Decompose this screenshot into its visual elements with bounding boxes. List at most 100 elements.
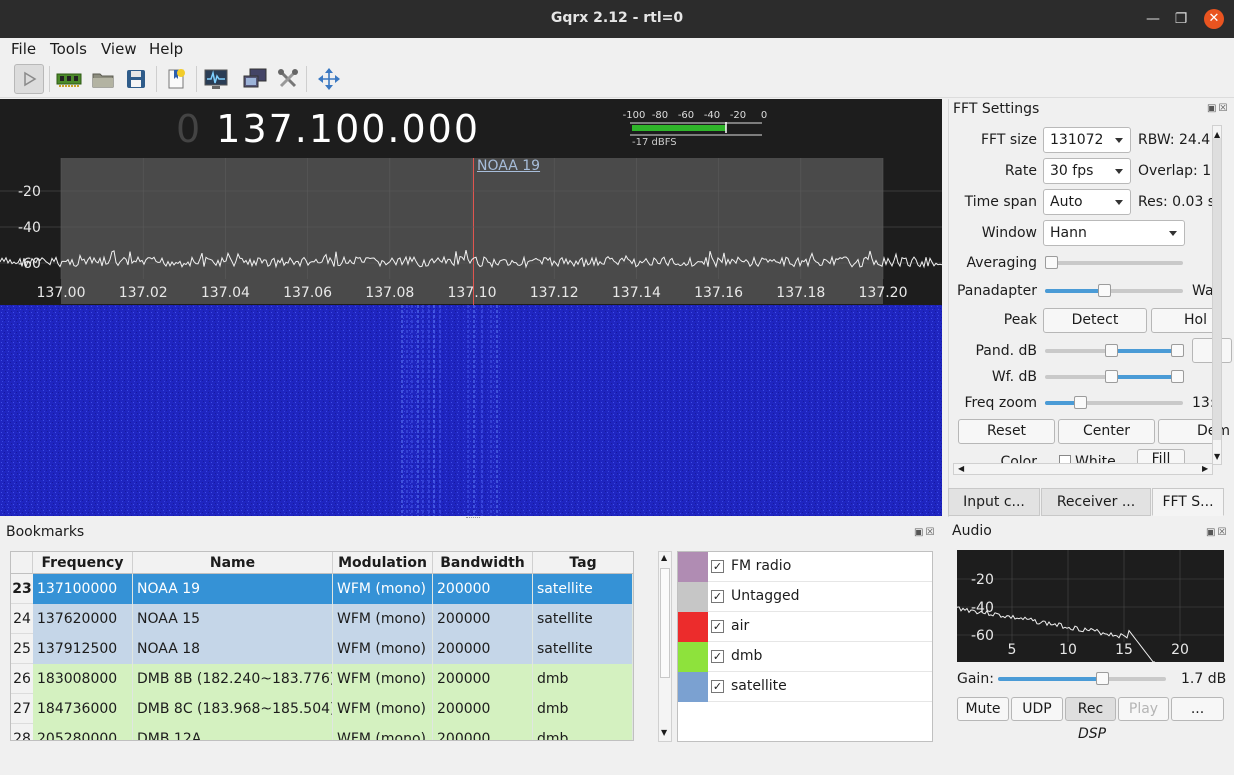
row-index[interactable]: 24: [11, 604, 33, 634]
dock-float-close-icon[interactable]: ▣☒: [1207, 103, 1229, 114]
tag-row[interactable]: ✓ FM radio: [678, 552, 932, 582]
bookmarks-dock-float-close-icon[interactable]: ▣☒: [914, 527, 936, 538]
fft-vertical-scrollbar[interactable]: ▲ ▼: [1212, 125, 1222, 465]
tools-icon[interactable]: [273, 64, 303, 94]
cell-freq[interactable]: 137620000: [33, 604, 133, 634]
table-row[interactable]: 26 183008000 DMB 8B (182.240~183.776) WFM (…: [11, 664, 633, 694]
row-index[interactable]: 26: [11, 664, 33, 694]
fft-size-select[interactable]: 131072: [1043, 127, 1131, 153]
hardware-icon[interactable]: [54, 64, 84, 94]
tab-input-controls[interactable]: Input c...: [948, 488, 1040, 516]
audio-gain-slider[interactable]: [998, 672, 1166, 685]
cell-bw[interactable]: 200000: [433, 694, 533, 724]
panadapter-slider[interactable]: [1045, 284, 1183, 297]
table-row[interactable]: 25 137912500 NOAA 18 WFM (mono) 200000 satell…: [11, 634, 633, 664]
cell-freq[interactable]: 137912500: [33, 634, 133, 664]
cell-tag[interactable]: satellite: [533, 634, 633, 664]
cell-name[interactable]: DMB 8C (183.968~185.504): [133, 694, 333, 724]
row-index[interactable]: 27: [11, 694, 33, 724]
play-button[interactable]: Play: [1118, 697, 1169, 721]
table-row[interactable]: 28 205280000 DMB 12A ... WFM (mono) 200000 dm…: [11, 724, 633, 740]
cell-name[interactable]: NOAA 18: [133, 634, 333, 664]
cell-mod[interactable]: WFM (mono): [333, 574, 433, 604]
tag-color-swatch[interactable]: [678, 612, 708, 642]
col-name[interactable]: Name: [133, 552, 333, 574]
tab-fft-settings[interactable]: FFT S...: [1152, 488, 1224, 516]
cell-bw[interactable]: 200000: [433, 664, 533, 694]
menu-tools[interactable]: Tools: [50, 40, 87, 58]
cell-tag[interactable]: dmb: [533, 724, 633, 740]
rec-button[interactable]: Rec: [1065, 697, 1116, 721]
cell-bw[interactable]: 200000: [433, 574, 533, 604]
cell-mod[interactable]: WFM (mono): [333, 694, 433, 724]
maximize-icon[interactable]: ❐: [1172, 10, 1190, 28]
cell-mod[interactable]: WFM (mono): [333, 634, 433, 664]
tag-color-swatch[interactable]: [678, 672, 708, 702]
tag-color-swatch[interactable]: [678, 582, 708, 612]
table-row[interactable]: 27 184736000 DMB 8C (183.968~185.504) WFM (…: [11, 694, 633, 724]
col-modulation[interactable]: Modulation: [333, 552, 433, 574]
cell-mod[interactable]: WFM (mono): [333, 664, 433, 694]
cell-tag[interactable]: satellite: [533, 574, 633, 604]
menu-view[interactable]: View: [101, 40, 137, 58]
cell-name[interactable]: NOAA 19: [133, 574, 333, 604]
detect-button[interactable]: Detect: [1043, 308, 1147, 333]
reset-button[interactable]: Reset: [958, 419, 1055, 444]
tag-row[interactable]: ✓ satellite: [678, 672, 932, 702]
waterfall-display[interactable]: [0, 305, 942, 516]
table-row[interactable]: 24 137620000 NOAA 15 WFM (mono) 200000 satell…: [11, 604, 633, 634]
splitter-handle[interactable]: [466, 517, 480, 520]
menu-help[interactable]: Help: [149, 40, 183, 58]
udp-button[interactable]: UDP: [1011, 697, 1063, 721]
row-index[interactable]: 25: [11, 634, 33, 664]
tag-row[interactable]: ✓ air: [678, 612, 932, 642]
row-index[interactable]: 23: [11, 574, 33, 604]
play-icon[interactable]: [14, 64, 44, 94]
cell-tag[interactable]: dmb: [533, 664, 633, 694]
minimize-icon[interactable]: —: [1144, 10, 1162, 28]
mute-button[interactable]: Mute: [957, 697, 1009, 721]
tag-checkbox[interactable]: ✓: [711, 650, 724, 663]
fft-horizontal-scrollbar[interactable]: ◀ ▶: [953, 463, 1213, 475]
bookmark-icon[interactable]: [161, 64, 191, 94]
cell-freq[interactable]: 205280000: [33, 724, 133, 740]
demod-button[interactable]: Dem: [1158, 419, 1230, 444]
tag-checkbox[interactable]: ✓: [711, 680, 724, 693]
time-span-select[interactable]: Auto: [1043, 189, 1131, 215]
row-index[interactable]: 28: [11, 724, 33, 740]
col-bandwidth[interactable]: Bandwidth: [433, 552, 533, 574]
cell-bw[interactable]: 200000: [433, 604, 533, 634]
col-frequency[interactable]: Frequency: [33, 552, 133, 574]
tab-receiver-options[interactable]: Receiver ...: [1041, 488, 1151, 516]
col-tag[interactable]: Tag: [533, 552, 633, 574]
tag-row[interactable]: ✓ Untagged: [678, 582, 932, 612]
cell-freq[interactable]: 183008000: [33, 664, 133, 694]
window-select[interactable]: Hann: [1043, 220, 1185, 246]
rate-select[interactable]: 30 fps: [1043, 158, 1131, 184]
tag-row[interactable]: ✓ dmb: [678, 642, 932, 672]
wf-db-range-slider[interactable]: [1045, 370, 1184, 383]
cell-tag[interactable]: dmb: [533, 694, 633, 724]
cell-mod[interactable]: WFM (mono): [333, 604, 433, 634]
cell-freq[interactable]: 184736000: [33, 694, 133, 724]
spectrum-icon[interactable]: [201, 64, 231, 94]
bookmarks-scrollbar[interactable]: ▲ ▼: [658, 551, 672, 742]
center-button[interactable]: Center: [1058, 419, 1155, 444]
table-row[interactable]: 23 137100000 NOAA 19 WFM (mono) 200000 satell…: [11, 574, 633, 604]
menu-file[interactable]: File: [11, 40, 36, 58]
pand-db-range-slider[interactable]: [1045, 344, 1184, 357]
tag-checkbox[interactable]: ✓: [711, 620, 724, 633]
network-icon[interactable]: [240, 64, 270, 94]
cell-bw[interactable]: 200000: [433, 634, 533, 664]
tag-color-swatch[interactable]: [678, 552, 708, 582]
close-icon[interactable]: ✕: [1204, 9, 1224, 29]
cell-bw[interactable]: 200000: [433, 724, 533, 740]
hold-button[interactable]: Hol: [1151, 308, 1221, 333]
cell-freq[interactable]: 137100000: [33, 574, 133, 604]
save-icon[interactable]: [121, 64, 151, 94]
audio-options-button[interactable]: ...: [1171, 697, 1224, 721]
audio-dock-float-close-icon[interactable]: ▣☒: [1206, 527, 1228, 538]
cell-mod[interactable]: WFM (mono): [333, 724, 433, 740]
cell-name[interactable]: NOAA 15: [133, 604, 333, 634]
cell-name[interactable]: DMB 12A ...: [133, 724, 333, 740]
